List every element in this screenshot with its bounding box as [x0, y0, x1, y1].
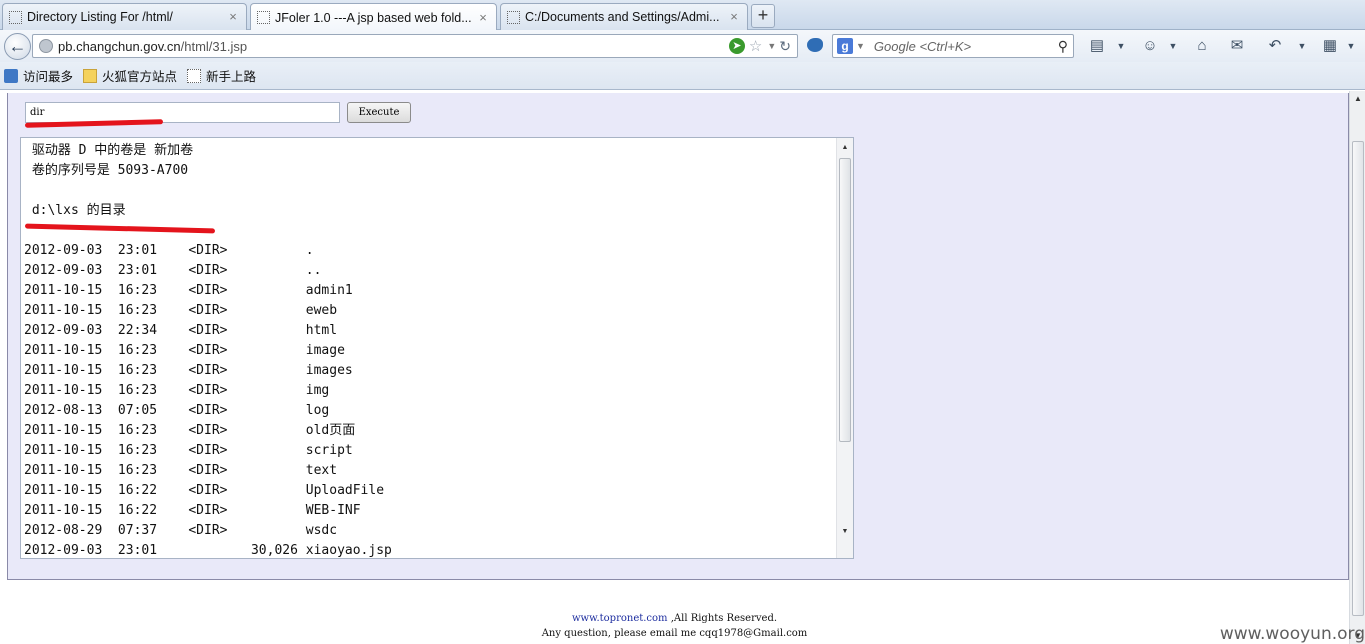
chevron-down-icon[interactable]: ▼: [1342, 37, 1360, 55]
chevron-down-icon[interactable]: ▼: [767, 41, 776, 51]
chevron-down-icon[interactable]: ▼: [856, 41, 865, 51]
page-icon: [187, 68, 202, 83]
url-host: pb.changchun.gov.cn: [58, 38, 181, 54]
bookmark-label: 新手上路: [206, 70, 257, 84]
tab-jfoler[interactable]: JFoler 1.0 ---A jsp based web fold... ×: [250, 3, 497, 31]
windows-icon[interactable]: ▦: [1321, 37, 1339, 55]
tab-documents[interactable]: C:/Documents and Settings/Admi... ×: [500, 3, 748, 30]
command-output[interactable]: 驱动器 D 中的卷是 新加卷 卷的序列号是 5093-A700 d:\lxs 的…: [20, 137, 854, 559]
scroll-thumb[interactable]: [1352, 141, 1364, 616]
undo-icon[interactable]: ↶: [1266, 37, 1284, 55]
bookmark-star-icon[interactable]: ☆: [749, 37, 762, 55]
footer-contact: Any question, please email me cqq1978@Gm…: [541, 628, 808, 639]
page-icon: [257, 11, 270, 24]
back-button[interactable]: ←: [4, 33, 31, 60]
recent-icon: [4, 68, 18, 83]
go-arrow-icon[interactable]: ➤: [728, 38, 745, 54]
page-scrollbar[interactable]: ▲ ▼: [1349, 91, 1365, 644]
reload-icon[interactable]: ↻: [779, 38, 791, 55]
folder-icon: [83, 68, 98, 83]
footer-rights: ,All Rights Reserved.: [667, 613, 778, 624]
page-icon: [507, 10, 520, 24]
tab-title: C:/Documents and Settings/Admi...: [525, 10, 720, 24]
close-icon[interactable]: ×: [727, 10, 741, 24]
search-input[interactable]: Google <Ctrl+K>: [874, 39, 1058, 54]
tab-directory-listing[interactable]: Directory Listing For /html/ ×: [2, 3, 247, 30]
bookmark-label: 火狐官方站点: [102, 70, 178, 84]
bookmark-getting-started[interactable]: 新手上路: [187, 66, 256, 85]
bookmark-most-visited[interactable]: 访问最多: [4, 66, 73, 85]
output-scrollbar[interactable]: ▲ ▼: [836, 138, 853, 558]
screenshot-icon[interactable]: ▤: [1088, 37, 1106, 55]
addon-bird-icon[interactable]: [807, 38, 823, 52]
search-box[interactable]: g ▼ Google <Ctrl+K> ⚲: [832, 34, 1074, 58]
execute-button[interactable]: Execute: [347, 102, 411, 123]
url-path: /html/31.jsp: [180, 38, 248, 54]
footer-link[interactable]: www.topronet.com: [572, 613, 668, 624]
footer-line-1: www.topronet.com ,All Rights Reserved.: [0, 613, 1349, 624]
bookmark-firefox-site[interactable]: 火狐官方站点: [83, 66, 177, 85]
watermark: www.wooyun.org: [1219, 624, 1365, 644]
page-icon: [9, 10, 22, 24]
search-icon[interactable]: ⚲: [1058, 38, 1068, 55]
browser-window: Directory Listing For /html/ × JFoler 1.…: [0, 0, 1365, 644]
new-tab-button[interactable]: +: [751, 4, 775, 28]
chevron-down-icon[interactable]: ▼: [1293, 37, 1311, 55]
chevron-down-icon[interactable]: ▼: [1112, 37, 1130, 55]
page-viewport: Execute 驱动器 D 中的卷是 新加卷 卷的序列号是 5093-A700 …: [0, 91, 1349, 644]
url-text[interactable]: pb.changchun.gov.cn/html/31.jsp: [58, 39, 729, 54]
scroll-down-icon[interactable]: ▼: [837, 524, 853, 540]
close-icon[interactable]: ×: [476, 10, 490, 25]
smiley-icon[interactable]: ☺: [1141, 37, 1159, 55]
close-icon[interactable]: ×: [226, 10, 240, 24]
globe-icon: [39, 39, 53, 53]
output-text: 驱动器 D 中的卷是 新加卷 卷的序列号是 5093-A700 d:\lxs 的…: [24, 143, 392, 558]
chevron-down-icon[interactable]: ▼: [1164, 37, 1182, 55]
command-panel: Execute 驱动器 D 中的卷是 新加卷 卷的序列号是 5093-A700 …: [7, 93, 1349, 580]
scroll-up-icon[interactable]: ▲: [837, 140, 853, 156]
bookmark-label: 访问最多: [23, 70, 74, 84]
tab-title: Directory Listing For /html/: [27, 10, 173, 24]
scroll-thumb[interactable]: [839, 158, 851, 442]
command-input[interactable]: [25, 102, 340, 123]
google-icon[interactable]: g: [837, 38, 853, 54]
navigation-bar: ← pb.changchun.gov.cn/html/31.jsp ➤ ☆ ▼ …: [0, 30, 1365, 62]
home-icon[interactable]: ⌂: [1193, 37, 1211, 55]
address-bar[interactable]: pb.changchun.gov.cn/html/31.jsp ➤ ☆ ▼ ↻: [32, 34, 798, 58]
tab-strip: Directory Listing For /html/ × JFoler 1.…: [0, 0, 1365, 31]
mail-icon[interactable]: ✉: [1228, 37, 1246, 55]
bookmarks-toolbar: 访问最多 火狐官方站点 新手上路: [0, 62, 1365, 90]
tab-title: JFoler 1.0 ---A jsp based web fold...: [275, 10, 472, 25]
scroll-up-icon[interactable]: ▲: [1350, 91, 1365, 107]
